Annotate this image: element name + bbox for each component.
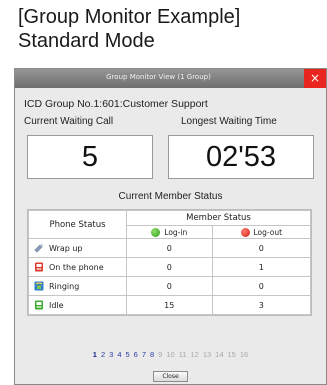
page-subheading: Standard Mode — [18, 30, 155, 52]
group-name: ICD Group No.1:601:Customer Support — [24, 98, 208, 110]
col-phone-status: Phone Status — [28, 210, 127, 239]
page-link-2[interactable]: 2 — [101, 350, 105, 359]
col-login-label: Log-in — [164, 227, 188, 237]
wrap-up-icon — [34, 243, 44, 253]
idle-icon — [35, 300, 43, 310]
table-row: Idle 15 3 — [28, 295, 312, 315]
login-dot-icon — [151, 227, 161, 237]
longest-wait-value: 02'53 — [168, 135, 314, 179]
row-logout: 0 — [211, 238, 312, 258]
close-button[interactable]: Close — [153, 371, 188, 382]
page-link-16: 16 — [239, 350, 249, 359]
page-link-6[interactable]: 6 — [134, 350, 138, 359]
row-login: 0 — [126, 276, 213, 296]
ringing-icon — [34, 281, 44, 291]
row-login: 15 — [126, 295, 213, 315]
page-heading: [Group Monitor Example] — [18, 6, 241, 28]
waiting-call-value: 5 — [27, 135, 153, 179]
title-bar[interactable]: Group Monitor View (1 Group) × — [15, 69, 326, 88]
group-monitor-window: Group Monitor View (1 Group) × ICD Group… — [14, 68, 327, 385]
table-row: On the phone 0 1 — [28, 257, 312, 277]
col-login: Log-in — [126, 225, 213, 239]
table-row: Wrap up 0 0 — [28, 238, 312, 258]
member-status-table: Phone Status Member Status Log-in Log-ou… — [27, 209, 312, 316]
page-link-8[interactable]: 8 — [150, 350, 154, 359]
col-logout: Log-out — [211, 225, 312, 239]
row-login: 0 — [126, 238, 213, 258]
row-status: Ringing — [49, 282, 80, 291]
longest-wait-label: Longest Waiting Time — [181, 116, 277, 127]
waiting-call-label: Current Waiting Call — [24, 116, 114, 127]
page-link-3[interactable]: 3 — [109, 350, 113, 359]
page-link-7[interactable]: 7 — [142, 350, 146, 359]
logout-dot-icon — [240, 227, 250, 237]
page-link-14: 14 — [215, 350, 224, 359]
page-link-13: 13 — [202, 350, 212, 359]
row-status: Wrap up — [49, 244, 83, 253]
close-icon: × — [309, 71, 321, 85]
row-status: Idle — [49, 301, 64, 310]
page-link-10: 10 — [166, 350, 175, 359]
page-link-5[interactable]: 5 — [125, 350, 129, 359]
page-link-1[interactable]: 1 — [93, 350, 97, 359]
row-logout: 0 — [211, 276, 312, 296]
window-close-button[interactable]: × — [304, 69, 326, 88]
member-status-label: Current Member Status — [118, 191, 223, 202]
pagination: 1 2 3 4 5 6 7 8 9 10 11 12 13 14 15 16 — [15, 350, 326, 359]
page-link-11: 11 — [178, 350, 187, 359]
page-link-12: 12 — [190, 350, 199, 359]
page-link-9: 9 — [158, 350, 163, 359]
page-link-15: 15 — [227, 350, 236, 359]
page-link-4[interactable]: 4 — [117, 350, 121, 359]
col-logout-label: Log-out — [253, 227, 283, 237]
window-title: Group Monitor View (1 Group) — [106, 73, 211, 81]
table-row: Ringing 0 0 — [28, 276, 312, 296]
phone-icon — [35, 262, 43, 272]
row-login: 0 — [126, 257, 213, 277]
row-logout: 1 — [211, 257, 312, 277]
row-logout: 3 — [211, 295, 312, 315]
col-member-status: Member Status — [126, 210, 311, 226]
row-status: On the phone — [49, 263, 104, 272]
